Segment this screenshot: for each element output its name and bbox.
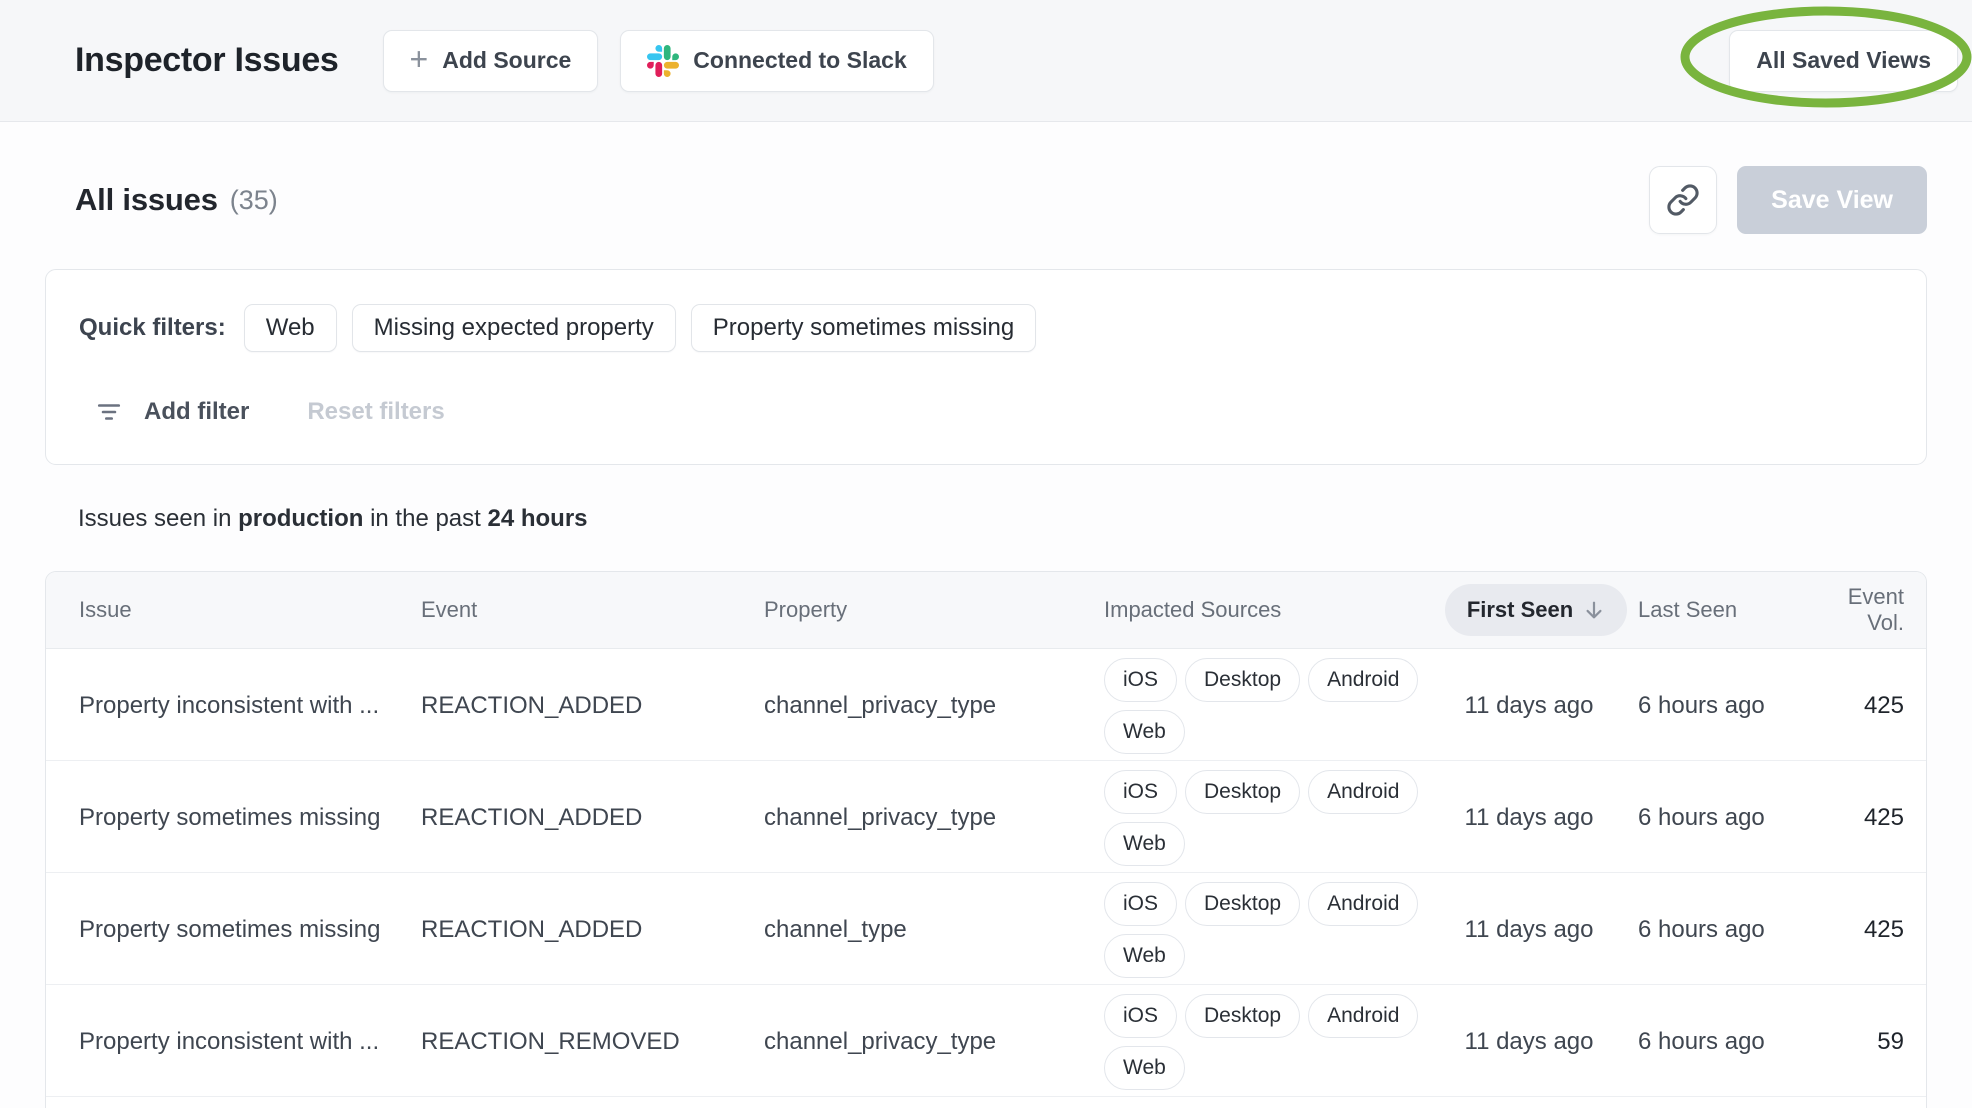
cell-property: channel_type: [764, 916, 907, 943]
link-icon: [1666, 183, 1700, 217]
cell-event: REACTION_ADDED: [421, 804, 643, 831]
source-pill: Android: [1308, 994, 1419, 1038]
table-body: Property inconsistent with ... REACTION_…: [46, 649, 1926, 1108]
scope-environment: production: [238, 505, 364, 532]
cell-impacted-sources: iOS Desktop Android Web: [1104, 985, 1434, 1099]
col-header-issue[interactable]: Issue: [79, 597, 421, 623]
cell-event: REACTION_ADDED: [421, 692, 643, 719]
connected-to-slack-button[interactable]: Connected to Slack: [620, 29, 934, 92]
table-row[interactable]: Property inconsistent with ... REACTION_…: [46, 649, 1926, 761]
slack-icon: [647, 44, 680, 77]
quick-filter-chip[interactable]: Missing expected property: [351, 304, 676, 352]
cell-event-vol: 425: [1863, 916, 1904, 943]
all-saved-views-button[interactable]: All Saved Views: [1729, 29, 1958, 92]
scope-range: 24 hours: [487, 505, 588, 532]
add-source-button[interactable]: + Add Source: [382, 29, 599, 92]
add-filter-button[interactable]: Add filter: [96, 398, 249, 426]
main-content: All issues (35) Save View Quick filters:…: [0, 166, 1972, 1108]
col-header-first-seen-sort[interactable]: First Seen: [1444, 584, 1628, 636]
table-row[interactable]: Property inconsistent with ... REACTION_…: [46, 985, 1926, 1097]
cell-property: channel_privacy_type: [764, 692, 997, 719]
add-filter-label: Add filter: [144, 398, 250, 425]
filters-card: Quick filters: Web Missing expected prope…: [45, 269, 1927, 465]
cell-impacted-sources: iOS Desktop Android Web: [1104, 649, 1434, 763]
col-header-event-vol[interactable]: Event Vol.: [1808, 584, 1904, 636]
table-row[interactable]: Property sometimes missing REACTION_ADDE…: [46, 761, 1926, 873]
view-header: All issues (35) Save View: [45, 166, 1927, 234]
quick-filters-label: Quick filters:: [79, 314, 226, 341]
page-title: Inspector Issues: [75, 41, 339, 79]
view-title: All issues: [75, 182, 218, 217]
source-pill: iOS: [1104, 994, 1178, 1038]
source-pill: Desktop: [1185, 994, 1301, 1038]
cell-issue: Property inconsistent with ...: [79, 1028, 380, 1055]
col-header-last-seen[interactable]: Last Seen: [1638, 597, 1808, 623]
issues-table: Issue Event Property Impacted Sources Fi…: [45, 571, 1927, 1108]
scope-middle: in the past: [363, 505, 488, 532]
cell-last-seen: 6 hours ago: [1638, 692, 1765, 719]
cell-first-seen: 11 days ago: [1464, 916, 1594, 943]
add-source-label: Add Source: [442, 47, 572, 73]
cell-property: channel_privacy_type: [764, 804, 997, 831]
scope-prefix: Issues seen in: [78, 505, 239, 532]
cell-last-seen: 6 hours ago: [1638, 1028, 1765, 1055]
first-seen-label: First Seen: [1466, 597, 1574, 622]
save-view-button[interactable]: Save View: [1737, 166, 1927, 234]
source-pill: Android: [1308, 770, 1419, 814]
table-row[interactable]: Property sometimes missing REACTION_ADDE…: [46, 873, 1926, 985]
col-header-impacted-sources[interactable]: Impacted Sources: [1104, 597, 1434, 623]
cell-property: channel_privacy_type: [764, 1028, 997, 1055]
quick-filter-chip[interactable]: Web: [243, 304, 337, 352]
source-pill: Web: [1104, 1046, 1185, 1090]
source-pill: iOS: [1104, 770, 1178, 814]
col-header-event[interactable]: Event: [421, 597, 764, 623]
cell-first-seen: 11 days ago: [1464, 692, 1594, 719]
table-header-row: Issue Event Property Impacted Sources Fi…: [46, 572, 1926, 649]
cell-first-seen: 11 days ago: [1464, 804, 1594, 831]
cell-event: REACTION_REMOVED: [421, 1028, 680, 1055]
cell-last-seen: 6 hours ago: [1638, 804, 1765, 831]
filter-lines-icon: [96, 399, 122, 425]
save-view-label: Save View: [1771, 185, 1893, 214]
source-pill: Web: [1104, 710, 1185, 754]
source-pill: Android: [1308, 882, 1419, 926]
source-pill: iOS: [1104, 882, 1178, 926]
reset-filters-button[interactable]: Reset filters: [307, 398, 444, 426]
arrow-down-icon: [1583, 599, 1605, 621]
cell-issue: Property inconsistent with ...: [79, 692, 380, 719]
quick-filter-chip[interactable]: Property sometimes missing: [690, 304, 1037, 352]
table-row[interactable]: iOSDesktopAndroid: [46, 1097, 1926, 1108]
source-pill: iOS: [1104, 658, 1178, 702]
cell-impacted-sources: iOS Desktop Android Web: [1104, 761, 1434, 875]
cell-issue: Property sometimes missing: [79, 916, 381, 943]
slack-button-label: Connected to Slack: [693, 47, 907, 73]
source-pill: Android: [1308, 658, 1419, 702]
source-pill: Desktop: [1185, 882, 1301, 926]
plus-icon: +: [409, 41, 429, 77]
source-pill: Web: [1104, 934, 1185, 978]
cell-event: REACTION_ADDED: [421, 916, 643, 943]
col-header-property[interactable]: Property: [764, 597, 1104, 623]
all-saved-views-label: All Saved Views: [1756, 47, 1931, 73]
source-pill: Desktop: [1185, 770, 1301, 814]
cell-event-vol: 425: [1863, 804, 1904, 831]
scope-line: Issues seen in production in the past 24…: [78, 505, 1927, 533]
topbar: Inspector Issues + Add Source Connected …: [0, 0, 1972, 122]
cell-impacted-sources: iOS Desktop Android Web: [1104, 873, 1434, 987]
cell-event-vol: 425: [1863, 692, 1904, 719]
copy-link-button[interactable]: [1649, 166, 1718, 234]
quick-filter-chips: Web Missing expected property Property som…: [243, 304, 1051, 352]
issue-count: (35): [229, 184, 278, 215]
cell-first-seen: 11 days ago: [1464, 1028, 1594, 1055]
source-pill: Desktop: [1185, 658, 1301, 702]
cell-event-vol: 59: [1877, 1028, 1904, 1055]
source-pill: Web: [1104, 822, 1185, 866]
cell-issue: Property sometimes missing: [79, 804, 381, 831]
cell-last-seen: 6 hours ago: [1638, 916, 1765, 943]
